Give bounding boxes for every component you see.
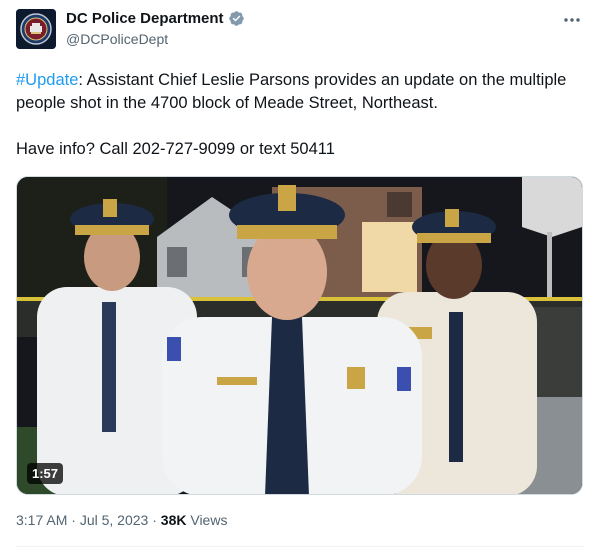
tweet-meta: 3:17 AM · Jul 5, 2023 · 38K Views — [16, 512, 227, 528]
video-duration-badge: 1:57 — [27, 463, 64, 484]
ellipsis-dots — [564, 18, 580, 22]
more-horizontal-icon[interactable] — [562, 10, 582, 30]
author-name-row: DC Police Department — [66, 10, 245, 27]
tweet-text: #Update: Assistant Chief Leslie Parsons … — [16, 69, 586, 161]
verified-badge-icon — [228, 11, 244, 26]
video-player[interactable]: 1:57 — [16, 176, 583, 495]
author-handle[interactable]: @DCPoliceDept — [66, 31, 168, 47]
dc-police-logo-icon — [16, 9, 56, 49]
avatar[interactable] — [16, 9, 56, 49]
tweet-paragraph-1: #Update: Assistant Chief Leslie Parsons … — [16, 69, 586, 115]
author-display-name[interactable]: DC Police Department — [66, 10, 224, 27]
hashtag-link[interactable]: #Update — [16, 71, 78, 89]
views-count: 38K — [160, 512, 187, 528]
video-frame-image — [17, 177, 582, 494]
tweet-card: DC Police Department @DCPoliceDept #Upda… — [0, 0, 600, 549]
views-label: Views — [186, 512, 228, 528]
tweet-paragraph-1-text: : Assistant Chief Leslie Parsons provide… — [16, 71, 567, 112]
tweet-date[interactable]: Jul 5, 2023 — [80, 512, 149, 528]
tweet-time[interactable]: 3:17 AM — [16, 512, 67, 528]
meta-separator: · — [67, 512, 80, 528]
tweet-paragraph-2: Have info? Call 202-727-9099 or text 504… — [16, 140, 335, 158]
divider — [16, 546, 584, 547]
meta-separator: · — [148, 512, 161, 528]
